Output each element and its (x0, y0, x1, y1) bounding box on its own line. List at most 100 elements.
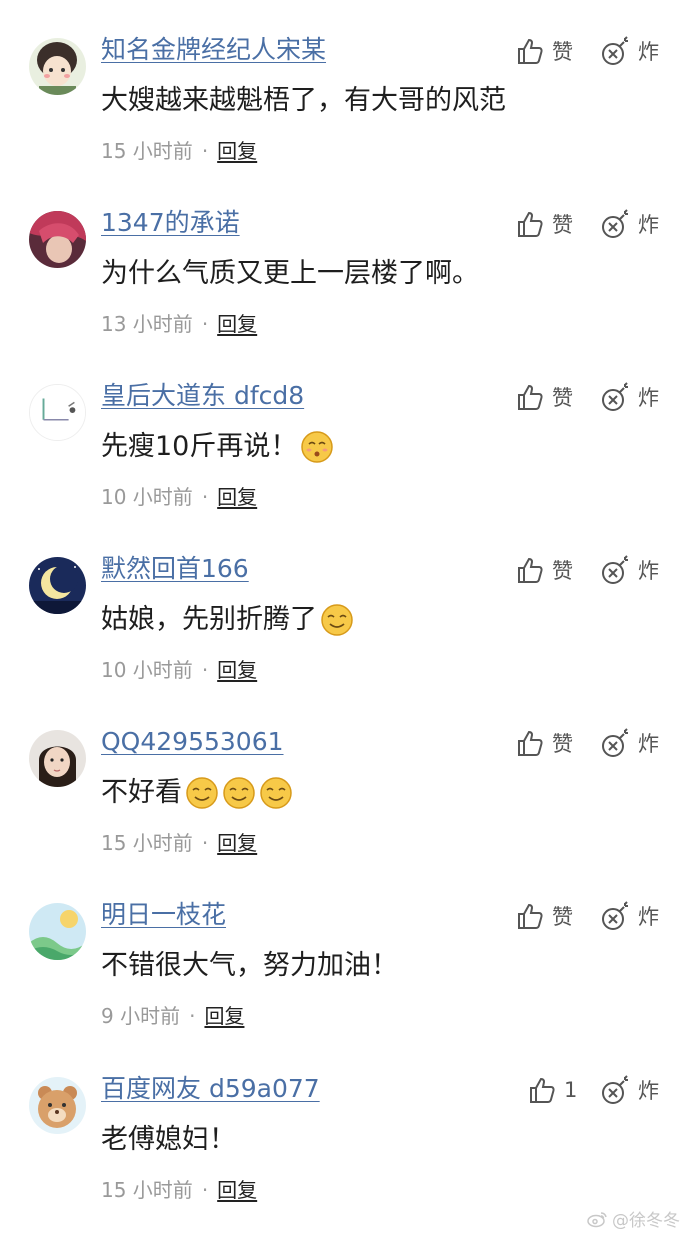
timestamp: 10 小时前 (101, 658, 193, 682)
separator-dot: · (201, 831, 209, 855)
separator-dot: · (201, 1178, 209, 1202)
reply-link[interactable]: 回复 (217, 485, 257, 509)
comment-text: 先瘦10斤再说！ (101, 424, 334, 470)
separator-dot: · (201, 139, 209, 163)
like-label: 赞 (552, 213, 573, 237)
reply-link[interactable]: 回复 (217, 658, 257, 682)
comment-meta: 9 小时前 · 回复 (101, 999, 244, 1033)
separator-dot: · (201, 312, 209, 336)
bomb-icon (602, 209, 628, 238)
bomb-icon (602, 728, 628, 757)
separator-dot: · (189, 1004, 196, 1028)
bomb-button[interactable]: 炸 (600, 1072, 659, 1108)
bomb-icon (602, 1075, 628, 1104)
like-count: 1 (564, 1078, 578, 1102)
username-link[interactable]: 知名金牌经纪人宋某 (101, 30, 326, 70)
smile-emoji-icon (186, 777, 218, 809)
comment-meta: 10 小时前 · 回复 (101, 653, 257, 687)
bomb-icon (602, 555, 628, 584)
like-label: 赞 (552, 40, 573, 64)
username-link[interactable]: 明日一枝花 (101, 895, 226, 935)
avatar[interactable] (29, 211, 86, 268)
bomb-label: 炸 (638, 732, 659, 756)
avatar[interactable] (29, 730, 86, 787)
timestamp: 9 小时前 (101, 1004, 181, 1028)
comment-text: 大嫂越来越魁梧了，有大哥的风范 (101, 85, 506, 116)
like-label: 赞 (552, 732, 573, 756)
username-link[interactable]: 皇后大道东 dfcd8 (101, 376, 304, 416)
comment-item: 知名金牌经纪人宋某 赞 炸 大嫂越来越魁梧了，有大哥的风范 15 小时前 · 回复 (0, 30, 690, 203)
bomb-label: 炸 (638, 386, 659, 410)
like-button[interactable]: 赞 (516, 206, 573, 242)
comment-item: 1347的承诺 赞 炸 为什么气质又更上一层楼了啊。 13 小时前 · 回复 (0, 203, 690, 376)
smile-emoji-icon (260, 777, 292, 809)
bomb-label: 炸 (638, 1079, 659, 1103)
comment-meta: 15 小时前 · 回复 (101, 826, 257, 860)
avatar[interactable] (29, 1077, 86, 1134)
timestamp: 15 小时前 (101, 831, 193, 855)
like-button[interactable]: 赞 (516, 898, 573, 934)
comment-item: 皇后大道东 dfcd8 赞 炸 先瘦10斤再说！ 10 小时前 · 回复 (0, 376, 690, 549)
bomb-icon (602, 901, 628, 930)
thumbs-up-icon (518, 903, 543, 929)
thumbs-up-icon (530, 1077, 555, 1103)
comment-text: 不错很大气，努力加油！ (101, 950, 398, 981)
username-link[interactable]: 1347的承诺 (101, 203, 240, 243)
bomb-button[interactable]: 炸 (600, 206, 659, 242)
whistle-emoji-icon (301, 431, 334, 463)
bomb-label: 炸 (638, 559, 659, 583)
like-label: 赞 (552, 559, 573, 583)
timestamp: 15 小时前 (101, 1178, 193, 1202)
reply-link[interactable]: 回复 (217, 312, 257, 336)
reply-link[interactable]: 回复 (204, 1004, 244, 1028)
bomb-icon (602, 382, 628, 411)
thumbs-up-icon (518, 211, 543, 237)
like-button[interactable]: 1 (528, 1072, 577, 1108)
comment-text: 姑娘，先别折腾了 (101, 597, 354, 643)
comment-meta: 15 小时前 · 回复 (101, 134, 257, 168)
bomb-label: 炸 (638, 905, 659, 929)
bomb-button[interactable]: 炸 (600, 379, 659, 415)
avatar[interactable] (29, 903, 86, 960)
reply-link[interactable]: 回复 (217, 831, 257, 855)
timestamp: 15 小时前 (101, 139, 193, 163)
like-label: 赞 (552, 905, 573, 929)
separator-dot: · (201, 485, 209, 509)
weibo-watermark: @徐冬冬 (586, 1206, 680, 1231)
reply-link[interactable]: 回复 (217, 139, 257, 163)
like-button[interactable]: 赞 (516, 379, 573, 415)
smile-emoji-icon (321, 604, 353, 636)
bomb-button[interactable]: 炸 (600, 33, 659, 69)
comment-item: QQ429553061 赞 炸 不好看 15 小时前 · 回复 (0, 722, 690, 895)
bomb-button[interactable]: 炸 (600, 552, 659, 588)
bomb-label: 炸 (638, 40, 659, 64)
separator-dot: · (201, 658, 209, 682)
reply-link[interactable]: 回复 (217, 1178, 257, 1202)
comment-text: 老傅媳妇！ (101, 1124, 236, 1155)
comment-meta: 13 小时前 · 回复 (101, 307, 257, 341)
avatar[interactable] (29, 557, 86, 614)
comment-meta: 10 小时前 · 回复 (101, 480, 257, 514)
weibo-logo-icon (587, 1211, 607, 1227)
like-button[interactable]: 赞 (516, 552, 573, 588)
thumbs-up-icon (518, 557, 543, 583)
username-link[interactable]: 默然回首166 (101, 549, 249, 589)
username-link[interactable]: 百度网友 d59a077 (101, 1069, 320, 1109)
comment-item: 默然回首166 赞 炸 姑娘，先别折腾了 10 小时前 · 回复 (0, 549, 690, 722)
username-link[interactable]: QQ429553061 (101, 722, 284, 762)
bomb-button[interactable]: 炸 (600, 898, 659, 934)
timestamp: 10 小时前 (101, 485, 193, 509)
avatar[interactable] (29, 384, 86, 441)
comment-item: 明日一枝花 赞 炸 不错很大气，努力加油！ 9 小时前 · 回复 (0, 895, 690, 1068)
watermark-text: @徐冬冬 (612, 1211, 680, 1231)
like-button[interactable]: 赞 (516, 725, 573, 761)
comment-meta: 15 小时前 · 回复 (101, 1173, 257, 1207)
thumbs-up-icon (518, 384, 543, 410)
like-button[interactable]: 赞 (516, 33, 573, 69)
bomb-icon (602, 36, 628, 65)
comment-text: 不好看 (101, 770, 293, 816)
avatar[interactable] (29, 38, 86, 95)
thumbs-up-icon (518, 730, 543, 756)
bomb-button[interactable]: 炸 (600, 725, 659, 761)
comment-text: 为什么气质又更上一层楼了啊。 (101, 258, 479, 289)
